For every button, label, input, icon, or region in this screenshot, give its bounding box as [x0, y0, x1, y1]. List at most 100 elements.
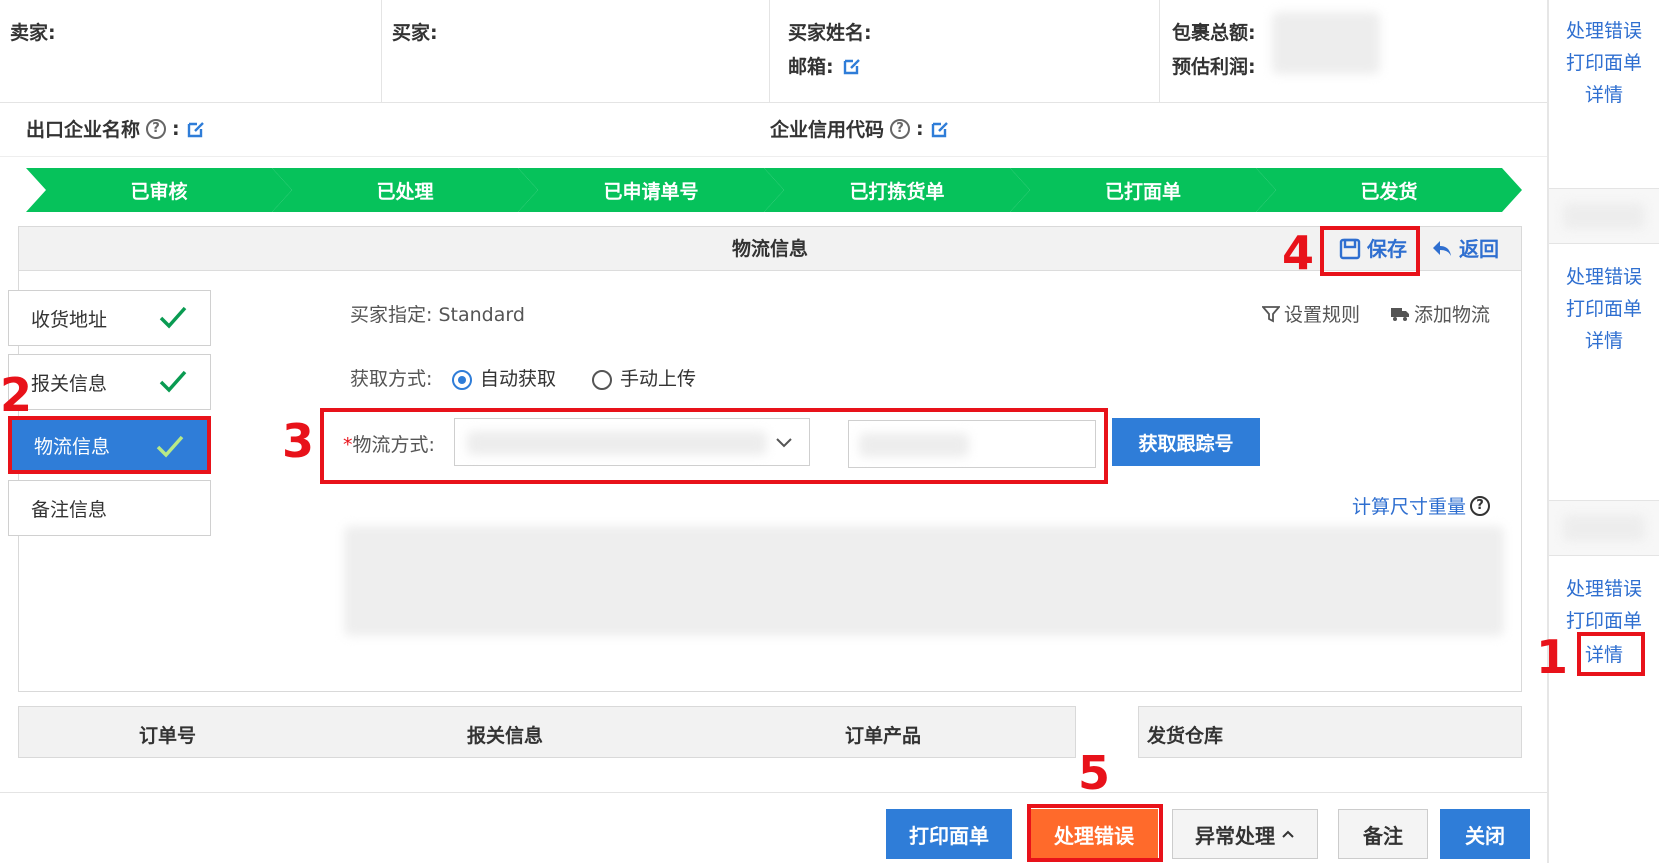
credit-code-field: 企业信用代码 ? :	[770, 115, 950, 142]
colon: :	[916, 117, 924, 140]
tab-label: 收货地址	[31, 308, 108, 331]
chevron-up-icon	[1282, 830, 1294, 838]
totals-cell: 包裹总额: 预估利润:	[1160, 0, 1547, 103]
required-mark: *	[343, 434, 353, 456]
export-company-label: 出口企业名称	[26, 119, 141, 141]
tab-notes-info[interactable]: 备注信息	[8, 480, 211, 536]
blurred-logistics-table	[344, 526, 1504, 636]
print-label-link[interactable]: 打印面单	[1549, 48, 1659, 75]
help-icon[interactable]: ?	[146, 118, 167, 139]
manual-label: 手动上传	[620, 368, 697, 390]
order-detail-panel: 卖家: 买家: 买家姓名: 邮箱: 包裹总额: 预估利润: 出口企业名称 ? :…	[0, 0, 1547, 863]
detail-link[interactable]: 详情	[1549, 80, 1659, 107]
tab-shipping-address[interactable]: 收货地址	[8, 290, 211, 346]
email-row: 邮箱:	[788, 52, 862, 79]
annotation-number-3: 3	[282, 414, 315, 468]
tab-label: 备注信息	[31, 498, 108, 521]
detail-link[interactable]: 详情	[1549, 326, 1659, 353]
back-button[interactable]: 返回	[1431, 227, 1499, 271]
order-table-header: 订单号 报关信息 订单产品	[18, 706, 1076, 758]
credit-code-label: 企业信用代码	[770, 119, 885, 141]
set-rules-link[interactable]: 设置规则	[1262, 300, 1360, 327]
get-tracking-button[interactable]: 获取跟踪号	[1112, 418, 1260, 466]
colon: :	[172, 117, 180, 140]
tracking-number-input[interactable]	[848, 420, 1096, 468]
save-button[interactable]: 保存	[1339, 227, 1407, 271]
acquire-method-label: 获取方式:	[350, 368, 433, 390]
back-arrow-icon	[1433, 241, 1451, 256]
edit-credit-code-icon[interactable]	[930, 119, 950, 139]
step-reviewed: 已审核	[26, 168, 292, 212]
save-label: 保存	[1367, 237, 1407, 261]
col-order-products: 订单产品	[845, 725, 922, 747]
tab-logistics-info[interactable]: 物流信息	[8, 416, 211, 474]
blurred-order-id	[1563, 515, 1645, 541]
set-rules-label: 设置规则	[1284, 304, 1361, 326]
export-company-field: 出口企业名称 ? :	[26, 115, 206, 142]
order-summary-row	[1549, 188, 1659, 244]
calc-size-weight-link[interactable]: 计算尺寸重量 ?	[1352, 492, 1491, 519]
corp-row: 出口企业名称 ? : 企业信用代码 ? :	[0, 103, 1547, 157]
help-icon[interactable]: ?	[890, 118, 911, 139]
filter-icon	[1262, 305, 1280, 322]
help-icon: ?	[1470, 495, 1491, 516]
handle-error-link[interactable]: 处理错误	[1549, 262, 1659, 289]
handle-error-link[interactable]: 处理错误	[1549, 16, 1659, 43]
annotation-number-5: 5	[1078, 746, 1111, 800]
annotation-number-4: 4	[1282, 226, 1315, 280]
save-icon	[1339, 238, 1361, 260]
order-actions-column: 处理错误 打印面单 详情 处理错误 打印面单 详情 处理错误 打印面单 详情	[1547, 0, 1659, 863]
buyer-specified-value: Standard	[438, 304, 525, 326]
blurred-amounts	[1272, 12, 1380, 74]
back-label: 返回	[1459, 237, 1499, 261]
edit-company-icon[interactable]	[186, 119, 206, 139]
step-processed: 已处理	[272, 168, 538, 212]
buyer-name-cell: 买家姓名: 邮箱:	[770, 0, 1160, 103]
warehouse-table-header: 发货仓库	[1138, 706, 1522, 758]
email-label: 邮箱:	[788, 56, 834, 78]
radio-selected-icon	[452, 369, 472, 390]
step-label-printed: 已打面单	[1010, 168, 1276, 212]
buyer-specified-row: 买家指定: Standard	[350, 300, 525, 327]
truck-icon	[1391, 307, 1409, 321]
order-header: 卖家: 买家: 买家姓名: 邮箱: 包裹总额: 预估利润:	[0, 0, 1547, 103]
handle-error-button[interactable]: 处理错误	[1030, 809, 1158, 859]
logistics-method-select[interactable]	[454, 418, 810, 466]
handle-error-link[interactable]: 处理错误	[1549, 574, 1659, 601]
order-summary-row	[1549, 500, 1659, 556]
seller-cell: 卖家:	[0, 0, 382, 103]
step-shipped: 已发货	[1256, 168, 1522, 212]
tab-label: 报关信息	[31, 372, 108, 395]
footer-bar: 打印面单 处理错误 异常处理 备注 关闭	[0, 792, 1547, 863]
print-label-link[interactable]: 打印面单	[1549, 606, 1659, 633]
check-icon	[156, 435, 184, 458]
tab-customs-info[interactable]: 报关信息	[8, 354, 211, 410]
seller-label: 卖家:	[10, 22, 56, 44]
auto-acquire-radio[interactable]: 自动获取	[452, 364, 556, 391]
panel-title: 物流信息	[731, 238, 808, 260]
col-order-no: 订单号	[139, 725, 197, 747]
package-total-label: 包裹总额:	[1172, 22, 1256, 44]
buyer-specified-label: 买家指定:	[350, 304, 433, 326]
buyer-label: 买家:	[392, 22, 438, 44]
check-icon	[159, 370, 187, 393]
manual-upload-radio[interactable]: 手动上传	[592, 364, 696, 391]
buyer-cell: 买家:	[382, 0, 770, 103]
chevron-down-icon	[776, 438, 792, 448]
progress-steps: 已审核 已处理 已申请单号 已打拣货单 已打面单 已发货	[26, 168, 1536, 212]
annotation-number-2: 2	[0, 368, 33, 422]
buyer-name-label: 买家姓名:	[788, 22, 872, 44]
step-picklist-printed: 已打拣货单	[764, 168, 1030, 212]
note-button[interactable]: 备注	[1338, 809, 1428, 859]
radio-unselected-icon	[592, 369, 612, 390]
step-tracking-requested: 已申请单号	[518, 168, 784, 212]
edit-email-icon[interactable]	[842, 56, 862, 76]
print-label-link[interactable]: 打印面单	[1549, 294, 1659, 321]
add-logistics-link[interactable]: 添加物流	[1390, 300, 1490, 327]
exception-handling-button[interactable]: 异常处理	[1172, 809, 1318, 859]
blurred-order-id	[1563, 203, 1645, 229]
annotation-number-1: 1	[1536, 630, 1569, 684]
close-button[interactable]: 关闭	[1440, 809, 1530, 859]
col-warehouse: 发货仓库	[1147, 725, 1224, 747]
print-label-button[interactable]: 打印面单	[886, 809, 1012, 859]
